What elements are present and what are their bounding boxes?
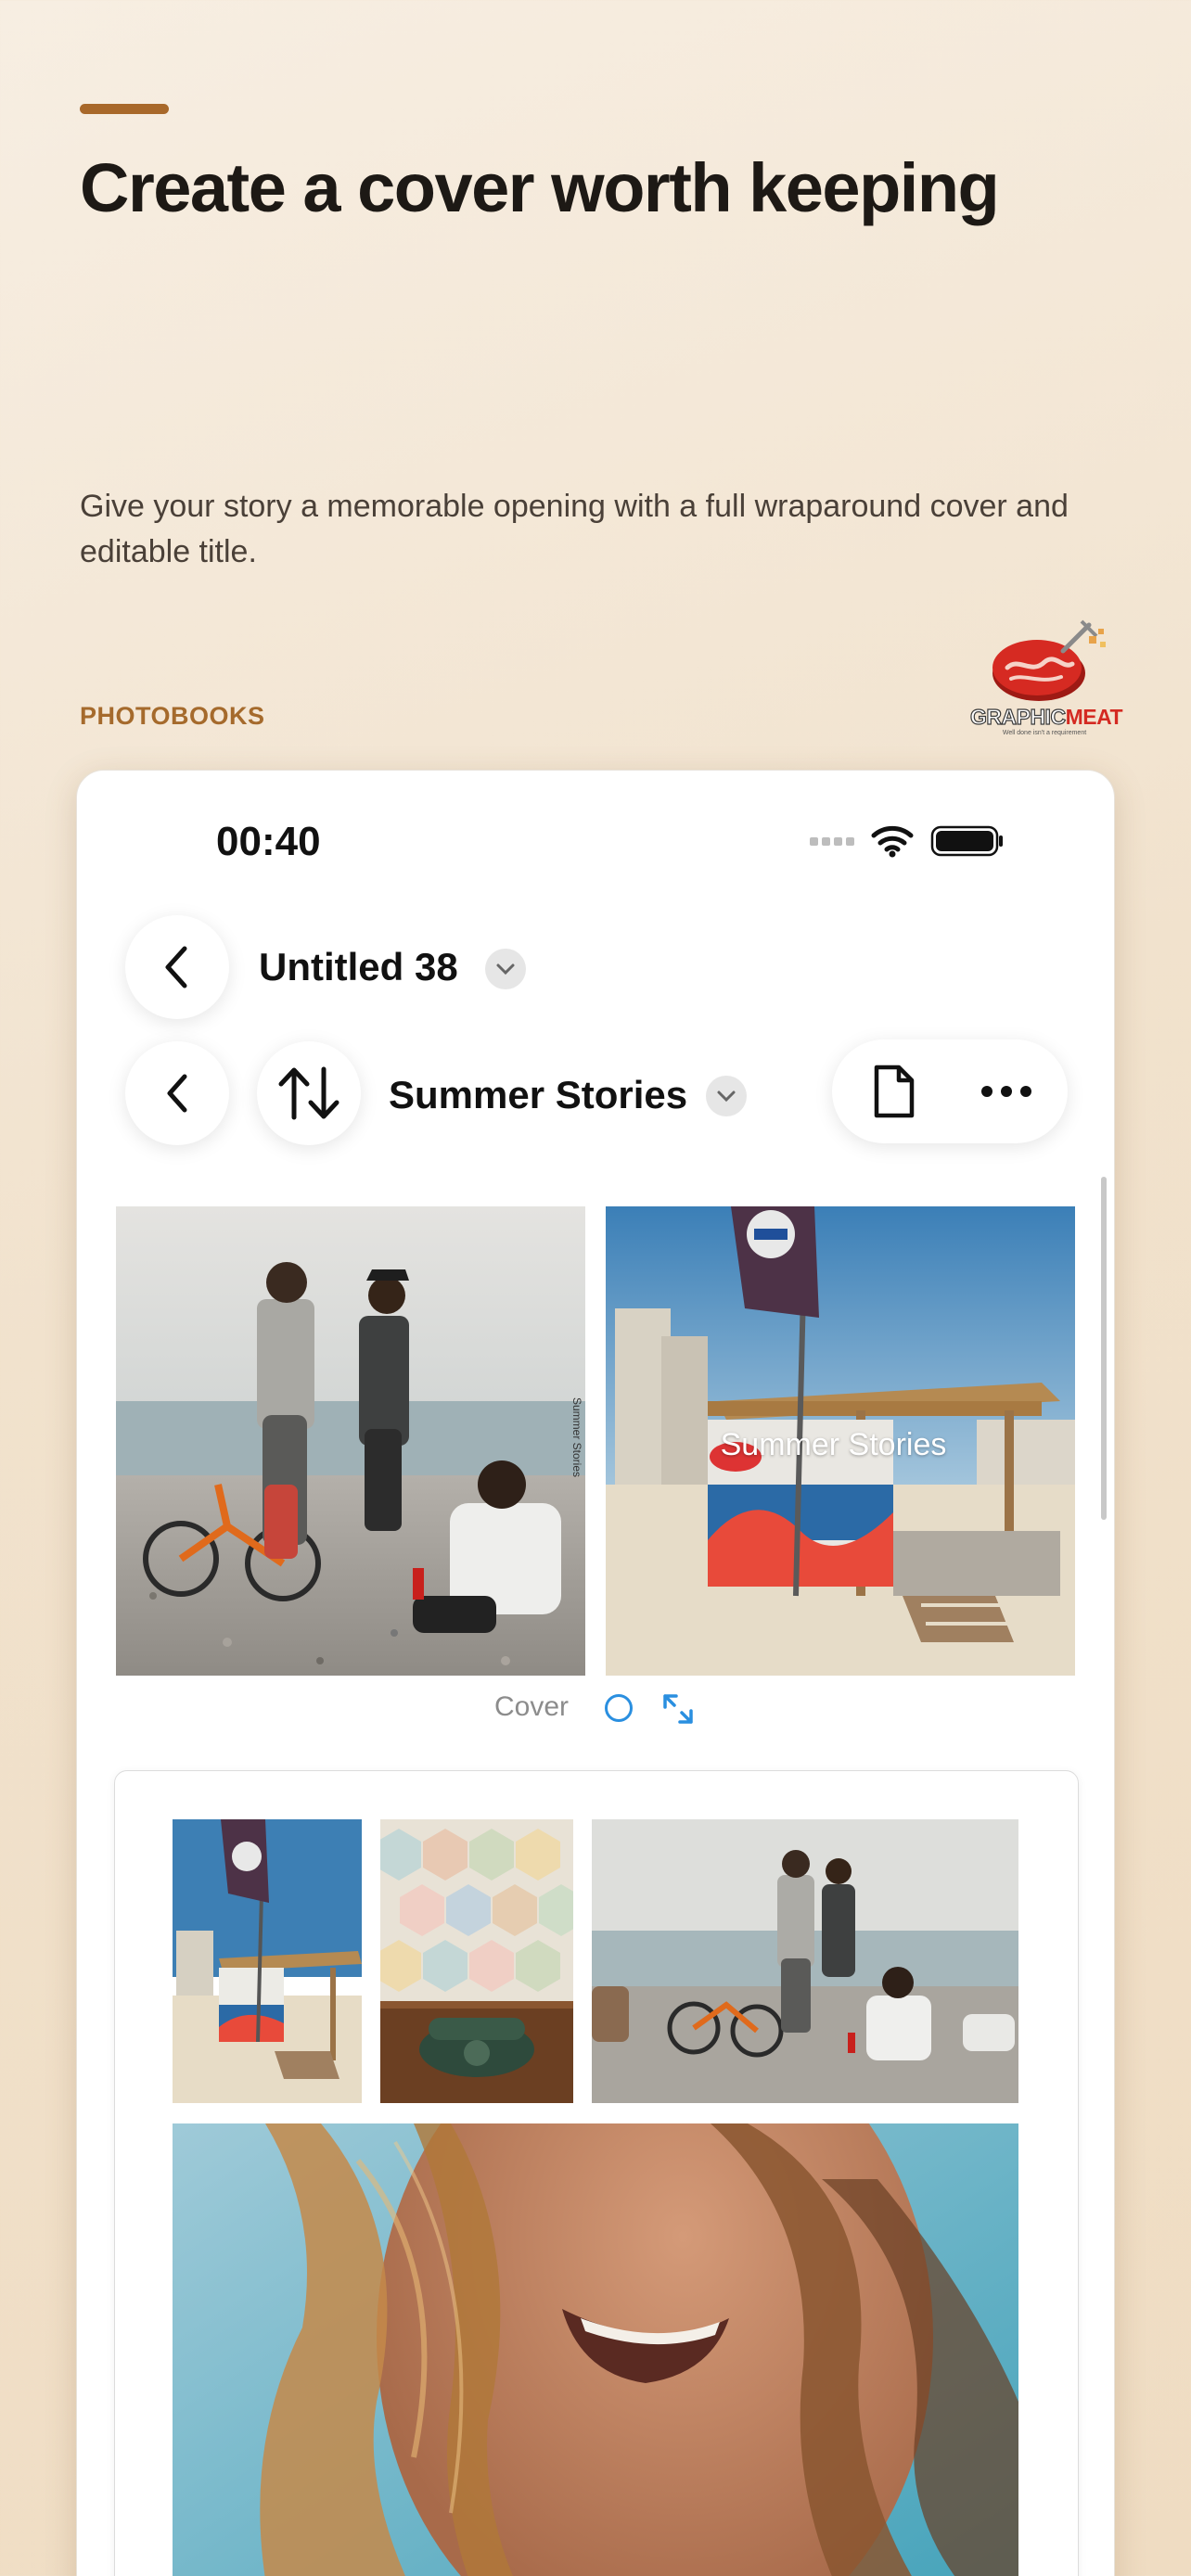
page-photo-4[interactable] [173,2123,1018,2576]
friends-on-pebble-beach-photo [116,1206,585,1676]
cover-spine-text[interactable]: Summer Stories [570,1397,583,1477]
cellular-signal-icon [810,836,854,846]
smiling-woman-hair-photo [173,2123,1018,2576]
wifi-icon [871,825,914,858]
chevron-down-icon [496,963,515,976]
brand-word-red: MEAT [1065,705,1123,729]
expand-icon[interactable] [661,1692,695,1726]
page-photo-3[interactable] [592,1819,1018,2103]
scrollbar[interactable] [1101,1177,1107,1520]
reorder-button[interactable] [257,1041,361,1145]
status-icons [810,823,1005,860]
brand-word-white: GRAPHIC [969,704,1066,729]
more-button[interactable] [954,1039,1058,1143]
cover-select-radio[interactable] [605,1694,633,1722]
document-icon [874,1065,915,1118]
brand-logo: GRAPHICMEAT Well done isn't a requiremen… [969,619,1123,738]
cover-front-title[interactable]: Summer Stories [598,1427,1069,1463]
back-button[interactable] [125,915,229,1019]
chevron-down-icon [717,1090,736,1103]
page-photo-1[interactable] [173,1819,362,2103]
reorder-arrows-icon [278,1066,339,1120]
phone-screen: 00:40 Untitled 38 Summer Stories Summer … [76,770,1115,2576]
back-chevron-icon [167,1074,187,1113]
green-telephone-photo [380,1819,573,2103]
page-headline: Create a cover worth keeping [80,149,1000,226]
project-title-dropdown[interactable] [485,949,526,989]
project-title[interactable]: Untitled 38 [259,945,458,989]
photobook-page[interactable] [114,1770,1079,2576]
beach-hut-thumbnail [173,1819,362,2103]
page-photo-2[interactable] [380,1819,573,2103]
status-time: 00:40 [216,819,321,864]
brand-tagline: Well done isn't a requirement [1002,730,1087,736]
actions-pill [832,1039,1068,1143]
album-title-dropdown[interactable] [706,1076,747,1116]
brand-wordmark: GRAPHICMEAT [969,704,1123,730]
cover-back-photo[interactable] [116,1206,585,1676]
steak-logo-icon [992,619,1106,701]
section-label: PHOTOBOOKS [80,702,265,730]
battery-icon [930,825,1003,857]
document-button[interactable] [841,1039,945,1143]
back-chevron-icon [165,946,187,988]
more-icon [981,1086,1031,1097]
friends-on-beach-wide-photo [592,1819,1018,2103]
album-title[interactable]: Summer Stories [389,1073,687,1117]
cover-label: Cover [494,1691,570,1722]
headline-accent-bar [80,104,169,114]
page-subtitle: Give your story a memorable opening with… [80,489,1069,569]
album-back-button[interactable] [125,1041,229,1145]
